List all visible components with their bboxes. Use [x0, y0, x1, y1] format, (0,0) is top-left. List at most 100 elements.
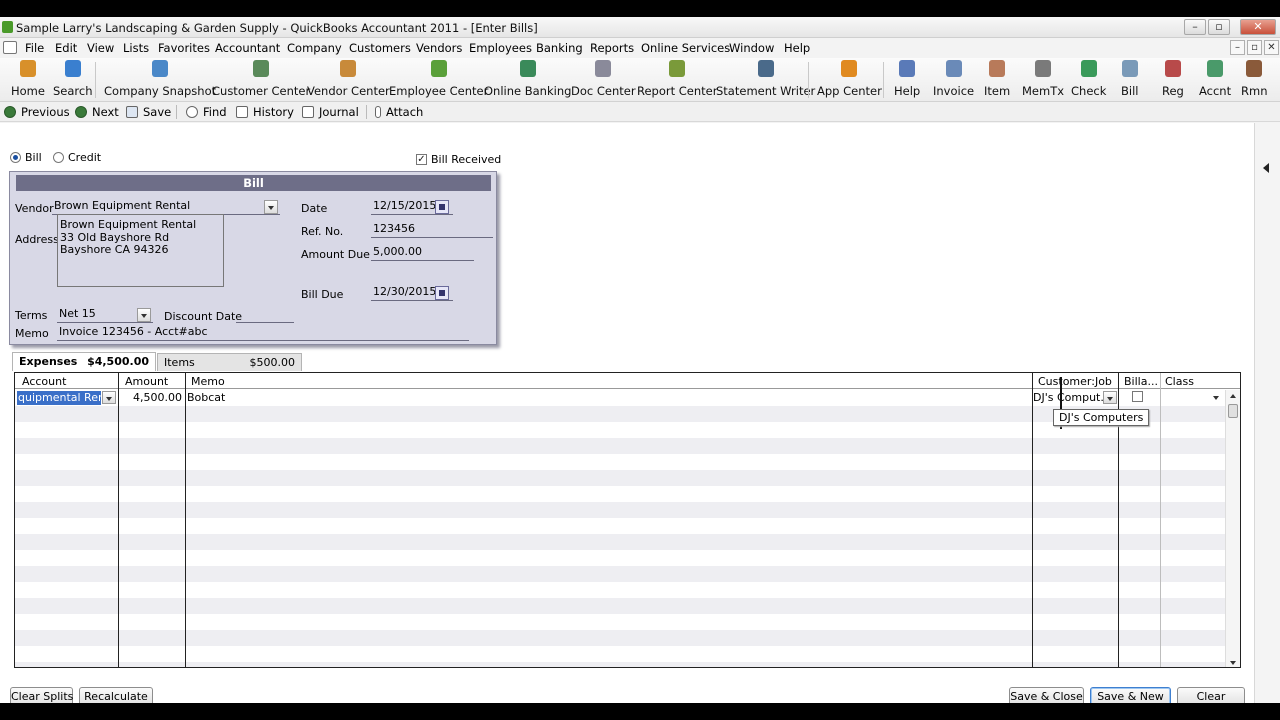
column-header-memo[interactable]: Memo — [191, 375, 225, 388]
menu-reports[interactable]: Reports — [590, 41, 634, 55]
journal-button[interactable]: Journal — [302, 105, 359, 119]
menu-company[interactable]: Company — [287, 41, 342, 55]
tab-expenses[interactable]: Expenses $4,500.00 — [12, 352, 156, 371]
attach-button[interactable]: Attach — [375, 105, 423, 119]
document-window-icon[interactable] — [3, 41, 17, 54]
amount-due-label: Amount Due — [301, 248, 370, 261]
menu-file[interactable]: File — [25, 41, 44, 55]
toolbar-statement-writer[interactable]: Statement Writer — [716, 60, 815, 98]
menu-customers[interactable]: Customers — [349, 41, 411, 55]
ref-no-field[interactable]: 123456 — [371, 222, 493, 238]
column-header-customer-job[interactable]: Customer:Job — [1038, 375, 1112, 388]
calendar-icon[interactable] — [435, 200, 449, 214]
menu-banking[interactable]: Banking — [536, 41, 583, 55]
menu-accountant[interactable]: Accountant — [215, 41, 280, 55]
minimize-button[interactable]: – — [1184, 19, 1206, 35]
form-restore-button[interactable]: ▫ — [1247, 40, 1262, 55]
row-account-cell[interactable]: quipmental Rental — [17, 391, 101, 405]
grid-vertical-scrollbar[interactable] — [1225, 390, 1240, 667]
vendor-dropdown-icon[interactable] — [264, 200, 278, 214]
memo-field[interactable]: Invoice 123456 - Acct#abc — [57, 325, 469, 341]
customer-job-tooltip: DJ's Computers — [1053, 409, 1150, 426]
help-icon — [899, 60, 916, 77]
menu-vendors[interactable]: Vendors — [416, 41, 462, 55]
report-center-icon — [669, 60, 686, 77]
bill-received-label: Bill Received — [431, 153, 502, 166]
close-window-button[interactable]: ✕ — [1240, 19, 1276, 35]
scroll-up-icon[interactable] — [1230, 394, 1236, 398]
find-button[interactable]: Find — [186, 105, 227, 119]
scroll-thumb[interactable] — [1228, 404, 1238, 418]
amount-due-field[interactable]: 5,000.00 — [371, 245, 474, 261]
save-button[interactable]: Save — [126, 105, 171, 119]
clear-button[interactable]: Clear — [1177, 687, 1245, 703]
address-box[interactable]: Brown Equipment Rental 33 Old Bayshore R… — [57, 214, 224, 287]
snapshot-icon — [152, 60, 169, 77]
toolbar-employee-center[interactable]: Employee Center — [389, 60, 488, 98]
toolbar-doc-center[interactable]: Doc Center — [571, 60, 636, 98]
menu-view[interactable]: View — [87, 41, 114, 55]
save-close-button[interactable]: Save & Close — [1009, 687, 1084, 703]
toolbar-item[interactable]: Item — [984, 60, 1010, 98]
toolbar-bill[interactable]: Bill — [1121, 60, 1138, 98]
customer-job-dropdown-icon[interactable] — [1103, 391, 1117, 404]
maximize-button[interactable]: ▫ — [1208, 19, 1230, 35]
toolbar-accnt[interactable]: Accnt — [1199, 60, 1231, 98]
home-icon — [19, 60, 36, 77]
account-dropdown-icon[interactable] — [102, 391, 116, 404]
arrow-right-icon — [75, 106, 87, 118]
recalculate-button[interactable]: Recalculate — [79, 687, 153, 703]
toolbar-reg[interactable]: Reg — [1162, 60, 1184, 98]
column-header-billable[interactable]: Billa... — [1124, 375, 1158, 388]
bill-radio[interactable] — [10, 152, 21, 163]
discount-date-field[interactable] — [236, 307, 294, 323]
menu-employees[interactable]: Employees — [469, 41, 532, 55]
toolbar-report-center[interactable]: Report Center — [637, 60, 717, 98]
toolbar-vendor-center[interactable]: Vendor Center — [307, 60, 390, 98]
bill-received-checkbox[interactable]: ✓ — [416, 154, 427, 165]
menu-lists[interactable]: Lists — [123, 41, 149, 55]
credit-radio[interactable] — [53, 152, 64, 163]
class-dropdown-icon[interactable] — [1210, 391, 1224, 404]
expand-pane-arrow-icon[interactable] — [1263, 163, 1269, 173]
invoice-icon — [945, 60, 962, 77]
toolbar-customer-center[interactable]: Customer Center — [212, 60, 310, 98]
menu-window[interactable]: Window — [729, 41, 774, 55]
row-customer-job-cell[interactable]: DJ's Comput... — [1033, 391, 1103, 404]
toolbar-memtx[interactable]: MemTx — [1022, 60, 1064, 98]
row-amount-cell[interactable]: 4,500.00 — [119, 391, 182, 404]
row-billable-checkbox[interactable] — [1132, 391, 1143, 402]
toolbar-online-banking[interactable]: Online Banking — [484, 60, 571, 98]
clear-splits-button[interactable]: Clear Splits — [10, 687, 73, 703]
menu-help[interactable]: Help — [784, 41, 810, 55]
previous-button[interactable]: Previous — [4, 105, 70, 119]
toolbar-invoice[interactable]: Invoice — [933, 60, 974, 98]
column-header-class[interactable]: Class — [1165, 375, 1194, 388]
vendor-field[interactable]: Brown Equipment Rental — [52, 199, 280, 215]
terms-dropdown-icon[interactable] — [137, 308, 151, 322]
toolbar-help[interactable]: Help — [894, 60, 920, 98]
toolbar-separator — [808, 62, 809, 98]
form-minimize-button[interactable]: – — [1230, 40, 1245, 55]
customer-center-icon — [253, 60, 270, 77]
toolbar-app-center[interactable]: App Center — [817, 60, 882, 98]
discount-date-label: Discount Date — [164, 310, 243, 323]
tab-items[interactable]: Items $500.00 — [157, 353, 302, 371]
column-header-account[interactable]: Account — [22, 375, 66, 388]
menu-edit[interactable]: Edit — [55, 41, 77, 55]
row-memo-cell[interactable]: Bobcat — [187, 391, 987, 404]
toolbar-company-snapshot[interactable]: Company Snapshot — [104, 60, 216, 98]
toolbar-home[interactable]: Home — [11, 60, 45, 98]
next-button[interactable]: Next — [75, 105, 119, 119]
menu-favorites[interactable]: Favorites — [158, 41, 210, 55]
toolbar-search[interactable]: Search — [53, 60, 93, 98]
toolbar-rmn[interactable]: Rmn — [1241, 60, 1267, 98]
save-new-button[interactable]: Save & New — [1090, 687, 1171, 703]
toolbar-check[interactable]: Check — [1071, 60, 1106, 98]
form-close-button[interactable]: ✕ — [1264, 40, 1279, 55]
scroll-down-icon[interactable] — [1230, 661, 1236, 665]
calendar-icon[interactable] — [435, 286, 449, 300]
menu-online-services[interactable]: Online Services — [641, 41, 730, 55]
column-header-amount[interactable]: Amount — [125, 375, 168, 388]
history-button[interactable]: History — [236, 105, 294, 119]
